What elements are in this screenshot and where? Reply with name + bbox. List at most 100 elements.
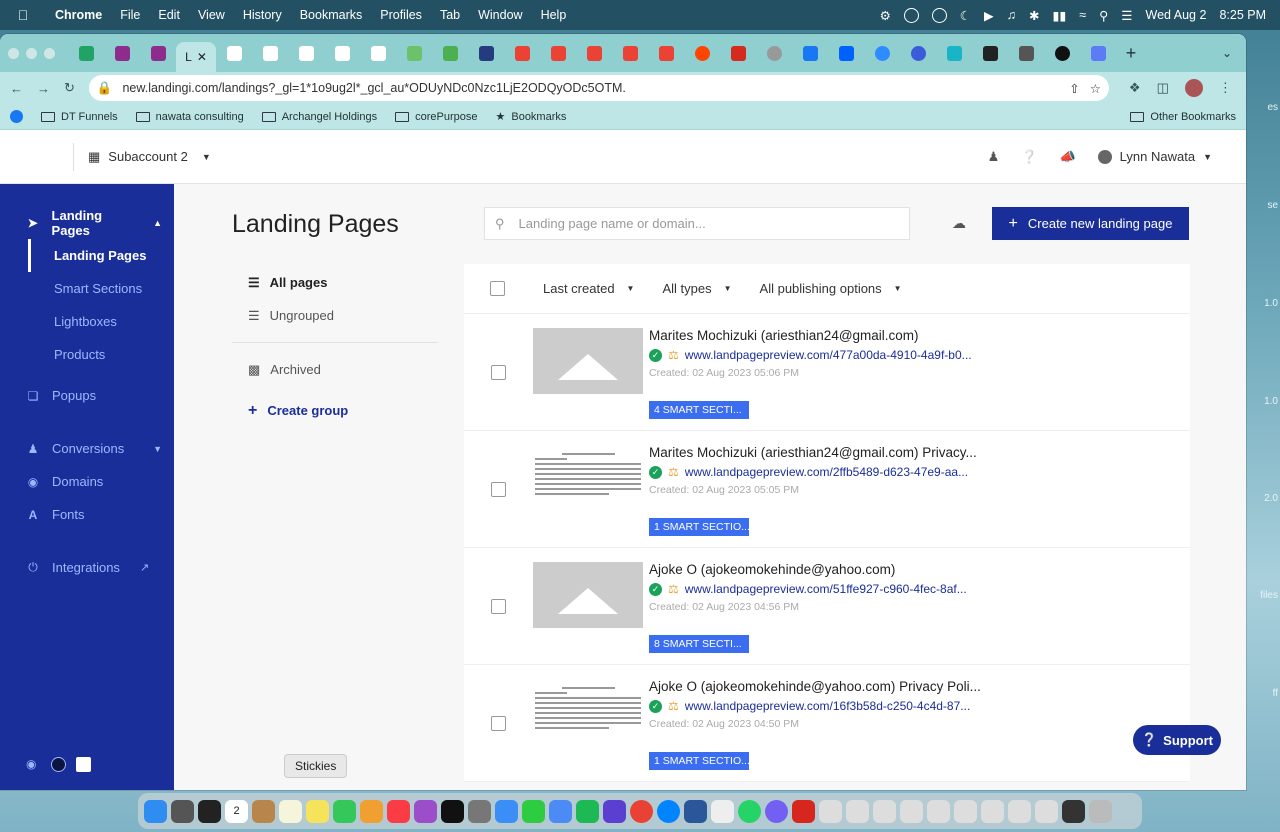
sidebar-item-fonts[interactable]: A Fonts xyxy=(0,498,174,531)
battery-icon[interactable]: ▮▮ xyxy=(1052,8,1066,23)
announcements-icon[interactable]: 📣 xyxy=(1059,149,1075,165)
star-app-icon[interactable] xyxy=(603,799,626,823)
whatsapp-icon[interactable] xyxy=(738,799,761,823)
dark-mode-icon[interactable] xyxy=(51,757,66,772)
user-manage-icon[interactable]: ♟ xyxy=(988,149,1000,165)
forward-icon[interactable]: → xyxy=(37,81,50,96)
menu-edit[interactable]: Edit xyxy=(149,8,189,22)
menu-help[interactable]: Help xyxy=(532,8,576,22)
podcasts-icon[interactable] xyxy=(414,799,437,823)
mission-control-icon[interactable] xyxy=(198,799,221,823)
browser-tab[interactable] xyxy=(540,38,576,68)
row-url[interactable]: www.landpagepreview.com/477a00da-4910-4a… xyxy=(685,348,972,362)
create-landing-page-button[interactable]: + Create new landing page xyxy=(992,207,1189,240)
url-text[interactable]: new.landingi.com/landings?_gl=1*1o9ug2l*… xyxy=(122,81,1059,95)
acrobat-icon[interactable] xyxy=(792,799,815,823)
menu-tab[interactable]: Tab xyxy=(431,8,469,22)
browser-tab[interactable] xyxy=(1044,38,1080,68)
share-icon[interactable]: ⇧ xyxy=(1069,81,1079,96)
control-center-icon[interactable]: ☰ xyxy=(1121,8,1132,23)
smart-sections-badge[interactable]: 4 SMART SECTI... xyxy=(649,401,749,419)
browser-tab[interactable] xyxy=(216,38,252,68)
browser-tab[interactable] xyxy=(68,38,104,68)
wifi-icon[interactable]: ≈ xyxy=(1079,8,1086,22)
thumbnail-placeholder[interactable] xyxy=(533,328,643,394)
browser-tab[interactable] xyxy=(288,38,324,68)
browser-tab[interactable] xyxy=(468,38,504,68)
row-url[interactable]: www.landpagepreview.com/2ffb5489-d623-47… xyxy=(685,465,968,479)
smart-sections-badge[interactable]: 8 SMART SECTI... xyxy=(649,635,749,653)
tv-icon[interactable] xyxy=(441,799,464,823)
row-title[interactable]: Ajoke O (ajokeomokehinde@yahoo.com) Priv… xyxy=(649,679,1009,694)
row-checkbox[interactable] xyxy=(491,365,506,380)
row-checkbox[interactable] xyxy=(491,482,506,497)
browser-tab[interactable] xyxy=(1008,38,1044,68)
bookmark-folder[interactable]: corePurpose xyxy=(395,111,477,123)
extensions-icon[interactable]: ❖ xyxy=(1129,80,1141,96)
kebab-menu-icon[interactable]: ⋮ xyxy=(1219,80,1232,96)
browser-tab[interactable] xyxy=(828,38,864,68)
list-item[interactable]: Ajoke O (ajokeomokehinde@yahoo.com) Priv… xyxy=(464,665,1190,782)
side-panel-icon[interactable]: ◫ xyxy=(1157,80,1169,96)
bookmark-star[interactable]: ★ Bookmarks xyxy=(495,110,566,124)
zoom-window-button[interactable] xyxy=(44,47,55,59)
close-tab-icon[interactable]: ✕ xyxy=(197,50,207,64)
apple-icon[interactable]:  xyxy=(0,7,46,23)
profile-avatar[interactable] xyxy=(1184,79,1203,97)
browser-tab[interactable] xyxy=(140,38,176,68)
sidebar-item-conversions[interactable]: ♟ Conversions ▼ xyxy=(0,432,174,465)
sort-dropdown[interactable]: Last created ▼ xyxy=(543,281,634,296)
browser-tab[interactable] xyxy=(720,38,756,68)
moon-icon[interactable]: ☾ xyxy=(960,8,971,23)
browser-tab[interactable] xyxy=(396,38,432,68)
smart-sections-badge[interactable]: 1 SMART SECTIO... xyxy=(649,752,749,770)
select-all-checkbox[interactable] xyxy=(490,281,505,296)
smart-sections-badge[interactable]: 1 SMART SECTIO... xyxy=(649,518,749,536)
upload-cloud-icon[interactable]: ☁ xyxy=(952,215,966,232)
filter-all-pages[interactable]: ☰ All pages xyxy=(232,266,438,299)
window-thumbnail[interactable] xyxy=(819,799,842,823)
photos-icon[interactable] xyxy=(360,799,383,823)
reload-icon[interactable]: ↻ xyxy=(64,80,75,96)
tray-app-icon[interactable] xyxy=(903,7,919,23)
bookmark-folder[interactable]: nawata consulting xyxy=(135,111,244,123)
support-button[interactable]: ❔ Support xyxy=(1133,725,1221,755)
window-thumbnail[interactable] xyxy=(900,799,923,823)
thumbnail-document[interactable] xyxy=(533,445,643,511)
list-item[interactable]: Marites Mochizuki (ariesthian24@gmail.co… xyxy=(464,314,1190,431)
menu-history[interactable]: History xyxy=(234,8,291,22)
music-icon[interactable] xyxy=(387,799,410,823)
tab-search-icon[interactable]: ⌄ xyxy=(1222,46,1246,60)
list-item[interactable]: Ajoke O (ajokeomokehinde@yahoo.com) ✓ ⚖ ww… xyxy=(464,548,1190,665)
menu-profiles[interactable]: Profiles xyxy=(371,8,431,22)
sidebar-item-popups[interactable]: ❏ Popups xyxy=(0,379,174,412)
browser-tab[interactable] xyxy=(360,38,396,68)
notes-icon[interactable] xyxy=(279,799,302,823)
window-thumbnail[interactable] xyxy=(1062,799,1085,823)
preview-icon[interactable] xyxy=(549,799,572,823)
browser-tab[interactable] xyxy=(432,38,468,68)
bookmark-folder[interactable]: DT Funnels xyxy=(41,111,118,123)
row-checkbox[interactable] xyxy=(491,716,506,731)
window-thumbnail[interactable] xyxy=(981,799,1004,823)
browser-tab[interactable] xyxy=(864,38,900,68)
browser-tab[interactable] xyxy=(972,38,1008,68)
menubar-time[interactable]: 8:25 PM xyxy=(1219,8,1266,22)
finder-icon[interactable] xyxy=(144,799,167,823)
search-input[interactable]: ⚲ Landing page name or domain... xyxy=(484,207,910,240)
browser-tab[interactable] xyxy=(1080,38,1116,68)
row-title[interactable]: Marites Mochizuki (ariesthian24@gmail.co… xyxy=(649,445,1009,460)
list-item[interactable]: Marites Mochizuki (ariesthian24@gmail.co… xyxy=(464,431,1190,548)
sidebar-item-lightboxes[interactable]: Lightboxes xyxy=(0,305,174,338)
window-thumbnail[interactable] xyxy=(873,799,896,823)
trash-icon[interactable] xyxy=(1089,799,1112,823)
close-window-button[interactable] xyxy=(8,47,19,59)
word-icon[interactable] xyxy=(684,799,707,823)
browser-tab-active[interactable]: L ✕ xyxy=(176,42,216,72)
back-icon[interactable]: ← xyxy=(10,81,23,96)
browser-tab[interactable] xyxy=(756,38,792,68)
sidebar-section-landing-pages[interactable]: ➤ Landing Pages ▲ xyxy=(0,206,174,239)
messenger-icon[interactable] xyxy=(657,799,680,823)
star-icon[interactable]: ☆ xyxy=(1090,81,1101,96)
bluetooth-icon[interactable]: ✱ xyxy=(1029,8,1039,23)
